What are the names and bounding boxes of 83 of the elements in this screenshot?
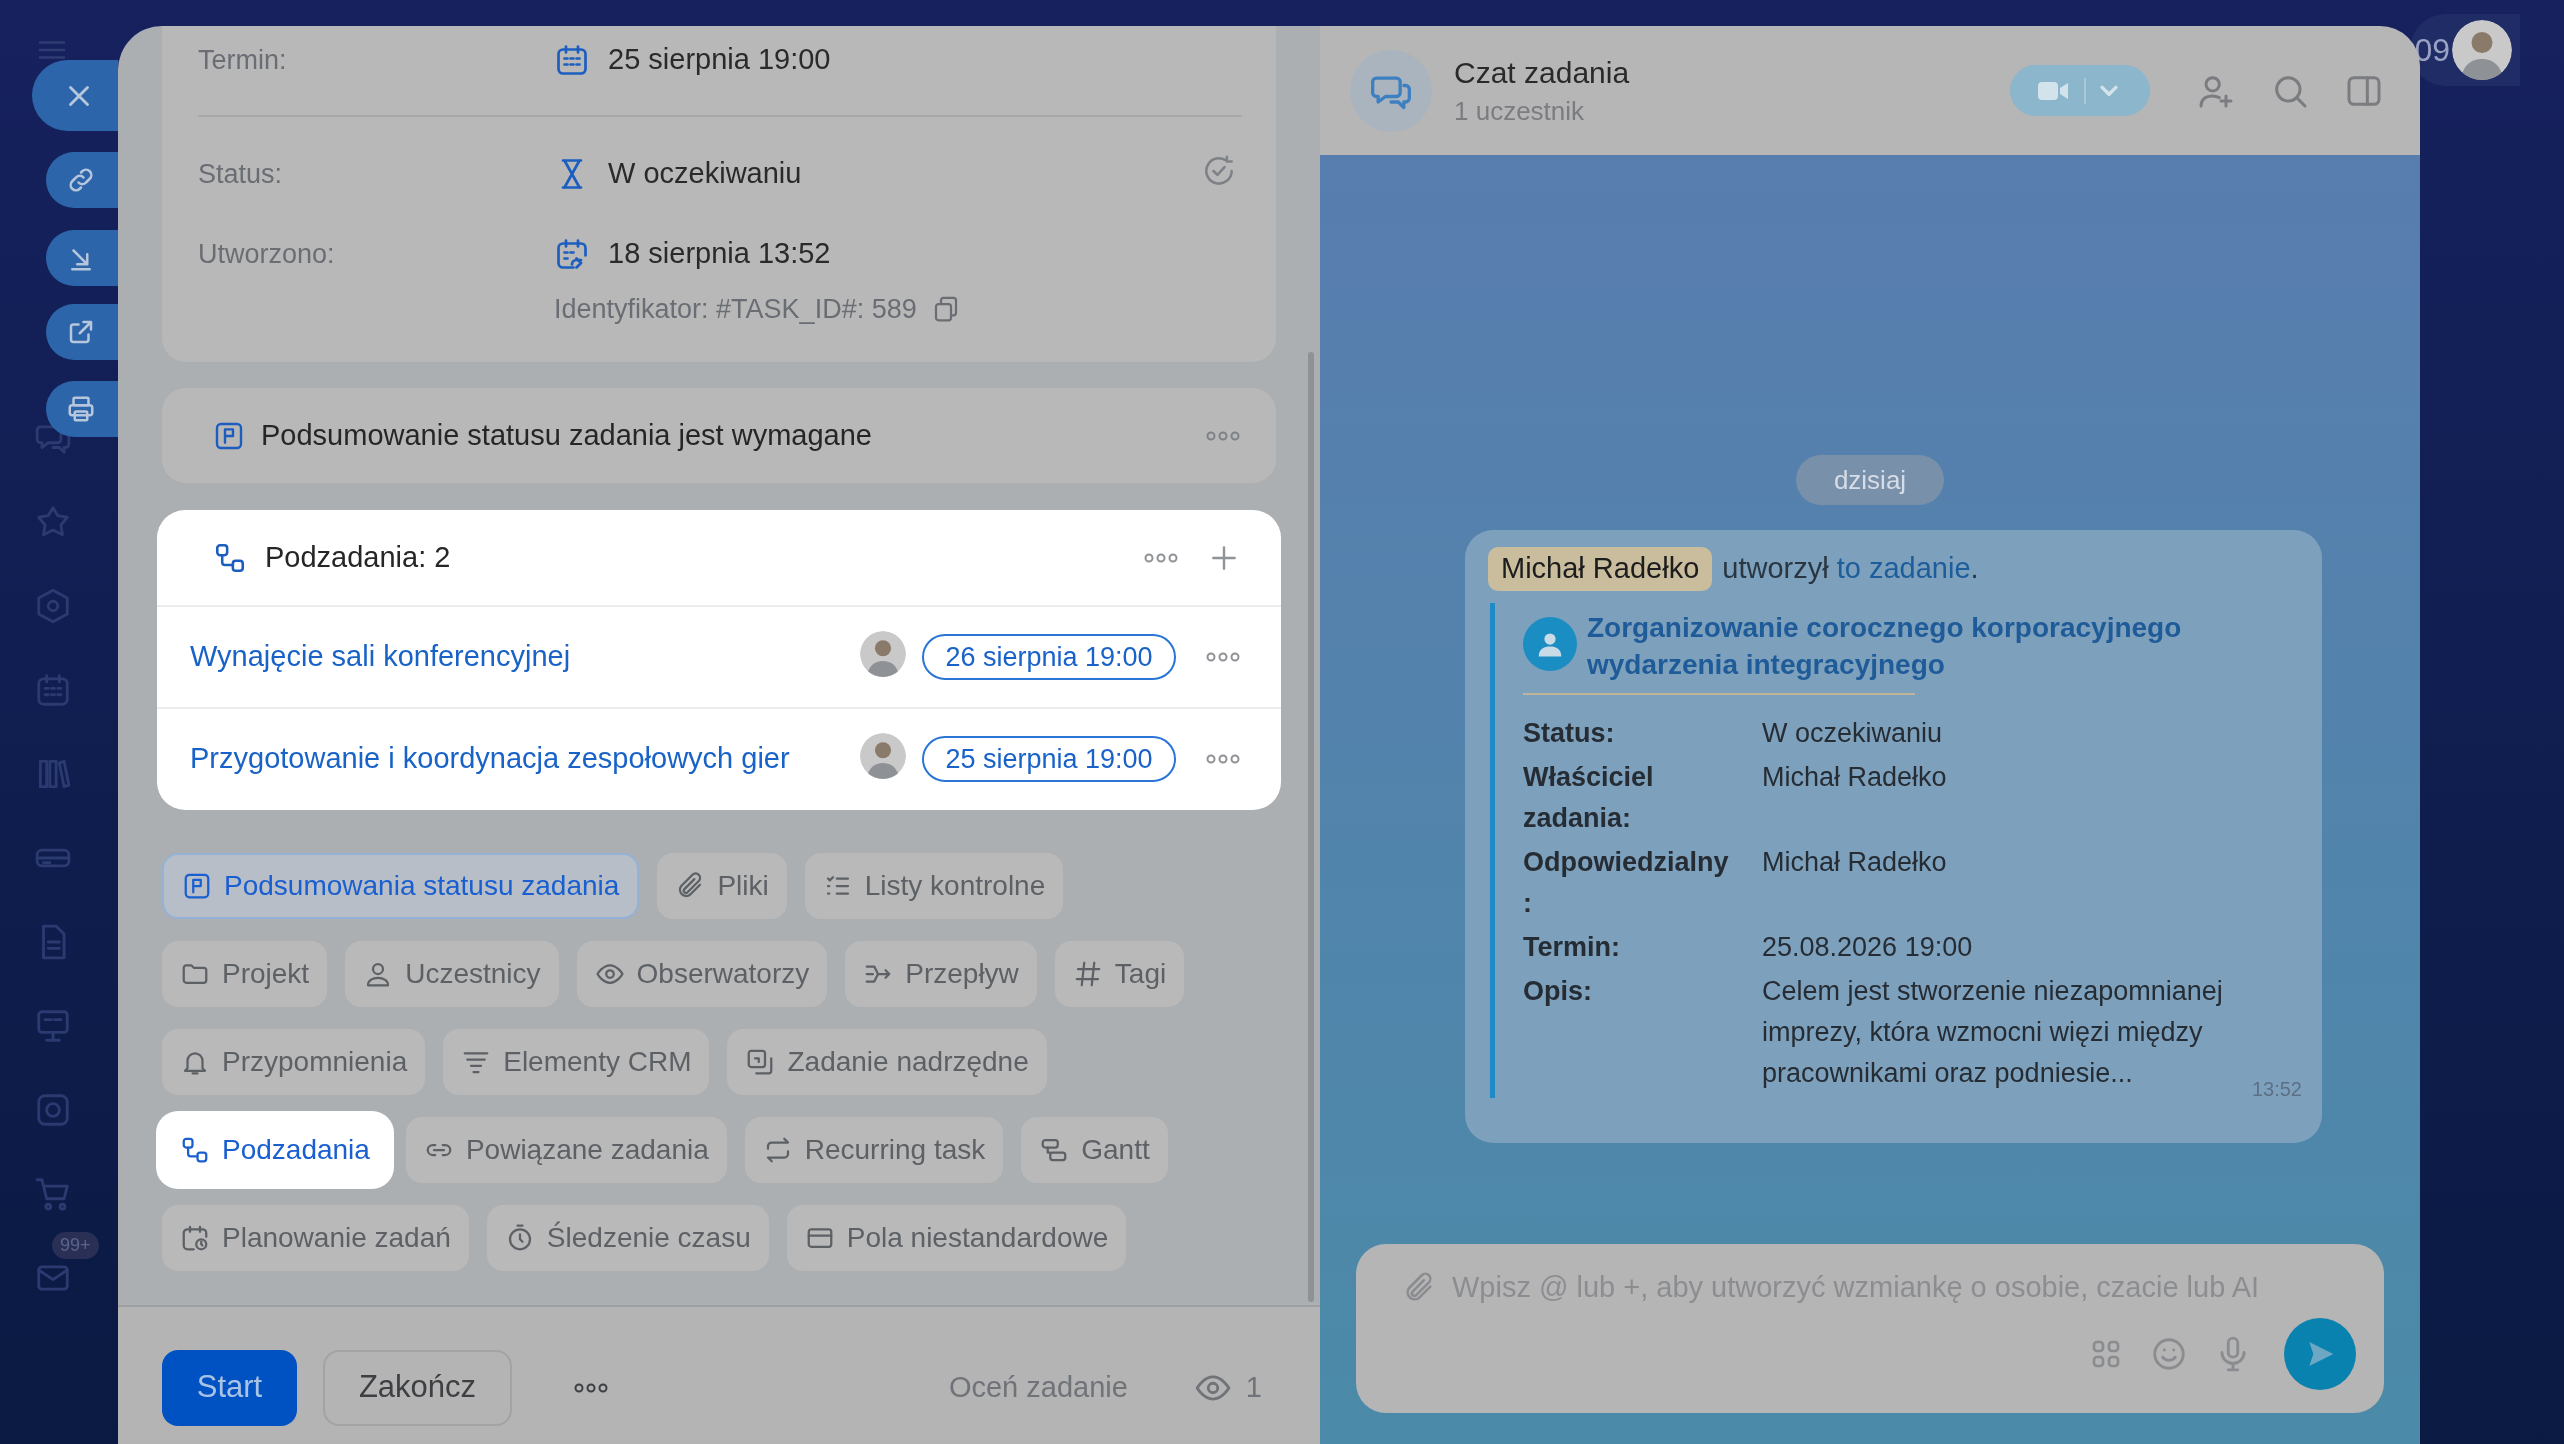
section-tab[interactable]: Recurring task [744,1117,1004,1183]
count-badge: 99+ [52,1232,99,1259]
notice-text: Podsumowanie statusu zadania jest wymagane [261,417,872,453]
subtask-link[interactable]: Przygotowanie i koordynacja zespołowych gier [190,737,790,781]
chat-title: Czat zadania [1454,54,1630,91]
field-value: 25 sierpnia 19:00 [608,42,831,78]
identifier-text: Identyfikator: #TASK_ID#: 589 [554,292,917,326]
section-tab[interactable]: Planowanie zadań [162,1205,469,1271]
camera-icon [34,1091,72,1129]
more-icon[interactable] [1206,754,1240,764]
subtasks-icon [180,1135,210,1165]
calendar-icon [554,42,590,78]
more-icon[interactable] [1206,652,1240,662]
deadline-pill[interactable]: 26 sierpnia 19:00 [922,634,1176,680]
calendar-clock-icon [180,1223,210,1253]
video-camera-icon [2038,79,2070,102]
task-title-link[interactable]: Zorganizowanie corocznego korporacyjnego wydarzenia integracyjnego [1587,609,2287,683]
date-separator: dzisiaj [1795,455,1945,505]
link-button[interactable] [46,152,118,208]
assignee-avatar [860,630,906,677]
deadline-pill[interactable]: 25 sierpnia 19:00 [922,736,1176,782]
section-tab[interactable]: Tagi [1054,941,1185,1007]
section-tab[interactable]: Przepływ [845,941,1037,1007]
section-tab[interactable]: Pliki [657,853,787,919]
field-value: Michał Radełko [1762,761,1948,794]
section-tab[interactable]: Pola niestandardowe [786,1205,1127,1271]
section-tab[interactable]: Podsumowania statusu zadania [162,853,640,919]
field-label: Właściciel zadania: [1523,761,1655,835]
field-label: Status: [198,157,284,191]
assignee-avatar [860,732,906,779]
scrollbar[interactable] [1308,352,1314,1302]
subtask-link[interactable]: Wynajęcie sali konferencyjnej [190,635,571,679]
more-icon[interactable] [574,1382,608,1393]
field-value: 25.08.2026 19:00 [1762,931,1974,964]
user-avatar [2452,20,2512,80]
more-icon[interactable] [1144,552,1178,563]
external-button[interactable] [46,304,118,360]
section-tab[interactable]: Przypomnienia [162,1029,426,1095]
field-label: Termin: [198,43,288,77]
subtasks-title: Podzadania: 2 [265,539,451,575]
section-tab[interactable]: Powiązane zadania [405,1117,727,1183]
section-tab[interactable]: Śledzenie czasu [486,1205,769,1271]
field-value: 18 sierpnia 13:52 [608,236,831,272]
section-tab[interactable]: Listy kontrolne [804,853,1064,919]
section-tab[interactable]: Gantt [1021,1117,1168,1183]
message-time: 13:52 [2251,1077,2302,1102]
printer-icon [66,394,96,424]
section-tab[interactable]: Uczestnicy [345,941,559,1007]
field-label: Status: [1523,717,1616,750]
calendar-icon [34,671,72,709]
field-label: Odpowiedzialny: [1523,846,1730,920]
chevron-down-icon [2100,85,2118,96]
print-button[interactable] [46,381,118,437]
finish-button[interactable]: Zakończ [323,1349,512,1426]
section-tab[interactable]: Zadanie nadrzędne [727,1029,1047,1095]
author-mention[interactable]: Michał Radełko [1488,547,1713,591]
field-value: W oczekiwaniu [608,156,802,192]
field-label: Termin: [1523,931,1621,964]
field-value: W oczekiwaniu [1762,717,1944,750]
start-button[interactable]: Start [162,1349,297,1426]
close-button[interactable] [32,60,118,131]
video-call-button[interactable] [2010,65,2150,116]
rate-task-link[interactable]: Oceń zadanie [948,1365,1128,1410]
clock-text: 09 [2414,31,2450,70]
section-tab[interactable]: Projekt [162,941,328,1007]
field-value: Celem jest stworzenie niezapomnianej imprezy, która wzmocni więzi między pracownikami oraz podniesie... [1762,975,2224,1090]
calendar-icon [554,236,590,272]
section-tab[interactable]: Elementy CRM [443,1029,710,1095]
section-tab[interactable]: Obserwatorzy [576,941,828,1007]
viewer-count: 1 [1245,1369,1262,1405]
board-icon [34,1007,72,1045]
chat-subtitle: 1 uczestnik [1454,94,1586,128]
cart-icon [34,1175,72,1213]
field-label: Utworzono: [198,237,336,271]
message-text: utworzył to zadanie. [1722,551,1979,587]
emoji-icon [2150,1335,2188,1373]
field-label: Opis: [1523,975,1593,1008]
task-link[interactable]: to zadanie [1836,552,1971,585]
user-icon [1523,617,1577,671]
field-value: Michał Radełko [1762,846,1948,879]
hexagon-icon [34,587,72,625]
download-button[interactable] [46,230,118,286]
flag-icon [182,871,212,901]
